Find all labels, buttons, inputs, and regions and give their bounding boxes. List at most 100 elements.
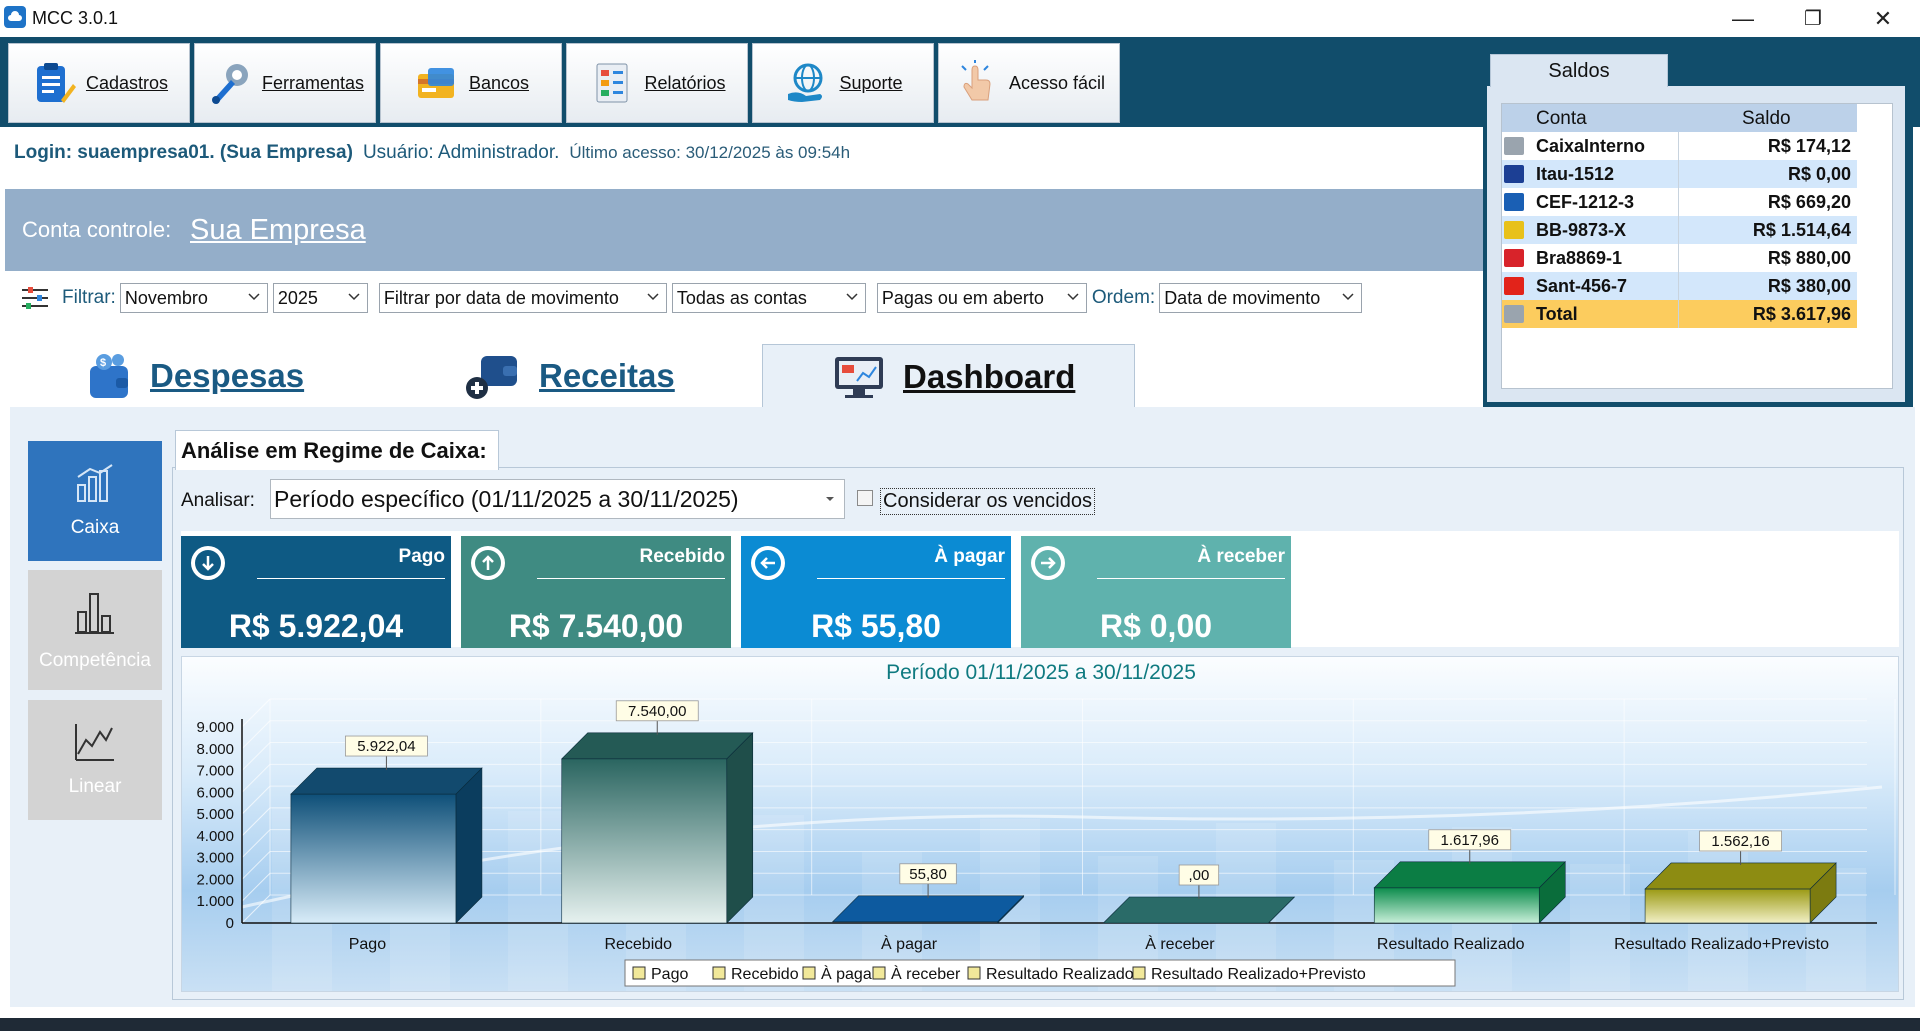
ferramentas-button[interactable]: Ferramentas	[194, 43, 376, 123]
legend-swatch	[712, 966, 726, 980]
month-select[interactable]: Novembro	[119, 283, 268, 313]
kpi-value: R$ 7.540,00	[508, 608, 684, 644]
kpi-card-a-pagar: À pagar R$ 55,80	[741, 536, 1011, 648]
grid-line-diag	[241, 829, 271, 859]
bancos-button[interactable]: Bancos	[380, 43, 562, 123]
considerar-vencidos-label[interactable]: Considerar os vencidos	[880, 488, 1095, 515]
analysis-tab[interactable]: Análise em Regime de Caixa:	[175, 430, 499, 470]
kpi-value: R$ 55,80	[811, 608, 941, 644]
legend-swatch	[632, 966, 646, 980]
main-toolbar: Cadastros Ferramentas Bancos Relatórios …	[8, 43, 1120, 123]
saldos-row[interactable]: Itau-1512 R$ 0,00	[1502, 160, 1857, 188]
tab-receitas-label: Receitas	[539, 357, 675, 394]
filter-row: Filtrar: Novembro 2025 Filtrar por data …	[20, 282, 1367, 314]
saldo-value: R$ 669,20	[1767, 192, 1851, 212]
kpi-divider	[537, 578, 725, 579]
column-separator	[1678, 216, 1679, 244]
x-tick-label: Resultado Realizado+Previsto	[1614, 936, 1829, 953]
wallet-add-icon	[466, 356, 517, 399]
year-select[interactable]: 2025	[272, 283, 368, 313]
saldo-value: R$ 174,12	[1767, 136, 1851, 156]
cadastros-button[interactable]: Cadastros	[8, 43, 190, 123]
kpi-value: R$ 0,00	[1099, 608, 1213, 644]
ferramentas-label: Ferramentas	[261, 72, 365, 93]
legend-label: Pago	[651, 966, 688, 983]
bar-top-5	[1644, 862, 1837, 890]
considerar-vencidos-checkbox[interactable]	[857, 490, 873, 506]
wrench-gear-icon	[206, 59, 254, 107]
sidebar-caixa-label: Caixa	[70, 517, 120, 538]
saldos-header-row: Conta Saldo	[1502, 104, 1857, 132]
y-tick-label: 1.000	[196, 893, 234, 910]
chevron-down-icon	[1067, 293, 1079, 301]
y-tick-label: 3.000	[196, 850, 234, 867]
date-mode-select[interactable]: Filtrar por data de movimento	[378, 283, 667, 313]
sidebar-item-linear[interactable]: Linear	[28, 700, 162, 820]
saldo-value: R$ 380,00	[1767, 276, 1851, 296]
legend-label: À pagar	[821, 964, 878, 983]
conta-controle-link[interactable]: Sua Empresa	[190, 214, 366, 247]
saldos-tab[interactable]: Saldos	[1490, 54, 1668, 87]
x-tick-label: À receber	[1145, 934, 1215, 953]
bar-1	[561, 758, 728, 924]
sidebar-item-caixa[interactable]: Caixa	[28, 441, 162, 561]
login-text: Login: suaempresa01. (Sua Empresa)	[14, 142, 353, 163]
kpi-card-pago: Pago R$ 5.922,04	[181, 536, 451, 648]
arrow-up-circle-icon	[471, 546, 505, 580]
filtrar-label: Filtrar:	[62, 287, 116, 308]
close-button[interactable]: ✕	[1852, 0, 1914, 37]
y-tick-label: 9.000	[196, 719, 234, 736]
acesso-facil-button[interactable]: Acesso fácil	[938, 43, 1120, 123]
bar-side-0	[455, 767, 483, 924]
bank-card-icon	[413, 59, 461, 107]
tab-dashboard[interactable]: Dashboard	[762, 344, 1135, 408]
status-value: Pagas ou em aberto	[881, 287, 1044, 308]
kpi-label: À receber	[1197, 546, 1285, 567]
bradesco-bank-icon	[1504, 249, 1524, 267]
bar-0	[290, 793, 457, 924]
bar-top-0	[290, 767, 483, 795]
grid-line-diag	[241, 807, 271, 837]
saldos-row[interactable]: Sant-456-7 R$ 380,00	[1502, 272, 1857, 300]
order-select[interactable]: Data de movimento	[1159, 283, 1363, 313]
bar-chart-icon	[75, 593, 114, 634]
conta-controle-label: Conta controle:	[22, 217, 172, 242]
saldos-row[interactable]: BB-9873-X R$ 1.514,64	[1502, 216, 1857, 244]
saldo-account-name: Total	[1536, 304, 1578, 324]
grid-line-diag	[241, 763, 271, 793]
y-tick-label: 4.000	[196, 828, 234, 845]
tap-hand-icon	[953, 59, 1001, 107]
sidebar-item-competencia[interactable]: Competência	[28, 570, 162, 690]
saldos-row[interactable]: CEF-1212-3 R$ 669,20	[1502, 188, 1857, 216]
kpi-value: R$ 5.922,04	[228, 608, 404, 644]
kpi-card-a-receber: À receber R$ 0,00	[1021, 536, 1291, 648]
periodo-select[interactable]: Período específico (01/11/2025 a 30/11/2…	[270, 479, 845, 519]
status-select[interactable]: Pagas ou em aberto	[876, 283, 1087, 313]
restore-button[interactable]: ❐	[1782, 0, 1844, 37]
saldo-value: R$ 3.617,96	[1752, 304, 1851, 324]
year-value: 2025	[277, 287, 318, 308]
chevron-down-icon	[846, 293, 858, 301]
relatorios-button[interactable]: Relatórios	[566, 43, 748, 123]
column-separator	[1678, 160, 1679, 188]
order-value: Data de movimento	[1164, 287, 1321, 308]
tab-receitas[interactable]: Receitas	[465, 344, 685, 408]
arrow-right-circle-icon	[1031, 546, 1065, 580]
saldos-total-row[interactable]: Total R$ 3.617,96	[1502, 300, 1857, 328]
saldo-value: R$ 0,00	[1787, 164, 1851, 184]
bar-top-4	[1373, 861, 1566, 889]
tab-despesas[interactable]: $ Despesas	[86, 344, 346, 408]
conta-controle-band: Conta controle: Sua Empresa	[5, 189, 1485, 271]
bar-5	[1644, 888, 1811, 924]
x-tick-label: À pagar	[881, 934, 938, 953]
minimize-button[interactable]: —	[1712, 0, 1774, 37]
column-separator	[1678, 244, 1679, 272]
saldos-row[interactable]: CaixaInterno R$ 174,12	[1502, 132, 1857, 160]
saldos-row[interactable]: Bra8869-1 R$ 880,00	[1502, 244, 1857, 272]
accounts-select[interactable]: Todas as contas	[671, 283, 866, 313]
analisar-label: Analisar:	[181, 490, 255, 511]
suporte-button[interactable]: Suporte	[752, 43, 934, 123]
bar-top-1	[561, 732, 754, 760]
saldo-account-name: CaixaInterno	[1536, 136, 1646, 156]
saldo-account-name: Itau-1512	[1536, 164, 1615, 184]
